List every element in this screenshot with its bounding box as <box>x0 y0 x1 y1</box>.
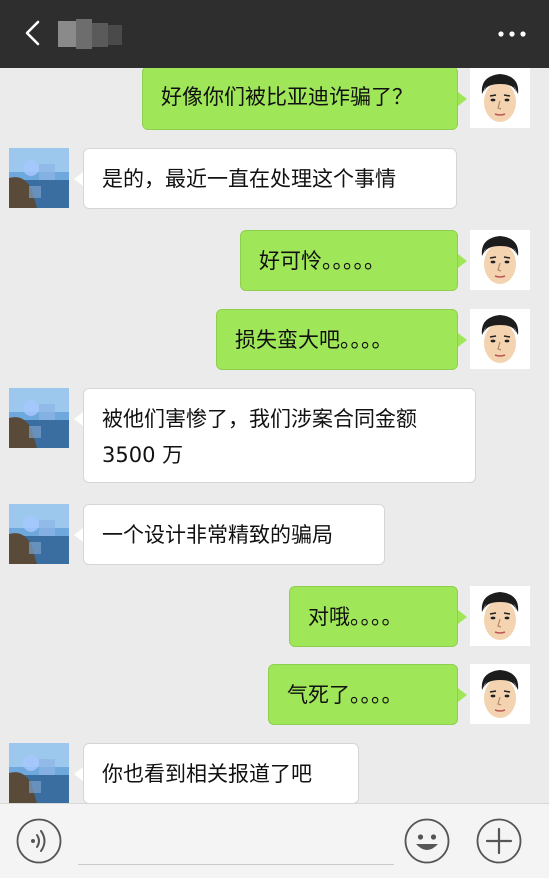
bubble-tail <box>74 412 83 426</box>
my-avatar[interactable] <box>470 664 530 724</box>
contact-avatar[interactable] <box>9 148 69 208</box>
bubble-tail <box>74 172 83 186</box>
my-avatar[interactable] <box>470 309 530 369</box>
message-text: 一个设计非常精致的骗局 <box>102 523 333 547</box>
message-text: 好可怜。。。。。 <box>259 249 385 273</box>
message-text: 是的，最近一直在处理这个事情 <box>102 167 396 191</box>
message-text: 你也看到相关报道了吧 <box>102 762 312 786</box>
message-bubble-incoming[interactable]: 被他们害惨了，我们涉案合同金额 3500 万 <box>83 388 476 483</box>
contact-avatar[interactable] <box>9 388 69 448</box>
bubble-tail <box>458 610 467 624</box>
message-bubble-incoming[interactable]: 一个设计非常精致的骗局 <box>83 504 385 565</box>
input-bar <box>0 803 549 878</box>
bubble-tail <box>74 767 83 781</box>
message-bubble-incoming[interactable]: 是的，最近一直在处理这个事情 <box>83 148 457 209</box>
chat-message-list[interactable]: 好像你们被比亚迪诈骗了？ 是的，最近一直在处理这个事情 好可怜。。。。。 损失蛮… <box>0 68 549 803</box>
message-bubble-outgoing[interactable]: 损失蛮大吧。。。。 <box>216 309 458 370</box>
my-avatar[interactable] <box>470 68 530 128</box>
bubble-tail <box>458 254 467 268</box>
message-text: 气死了。。。。 <box>287 683 403 707</box>
bubble-tail <box>458 333 467 347</box>
emoji-icon[interactable] <box>404 818 450 864</box>
message-input[interactable] <box>78 818 394 865</box>
message-bubble-incoming[interactable]: 你也看到相关报道了吧 <box>83 743 359 803</box>
back-chevron-icon[interactable] <box>20 20 46 46</box>
message-bubble-outgoing[interactable]: 好像你们被比亚迪诈骗了？ <box>142 68 458 130</box>
contact-name-blurred <box>58 17 122 51</box>
message-bubble-outgoing[interactable]: 对哦。。。。 <box>289 586 458 647</box>
top-bar <box>0 0 549 68</box>
message-text-line2: 3500 万 <box>102 443 184 467</box>
my-avatar[interactable] <box>470 586 530 646</box>
message-text: 对哦。。。。 <box>308 605 403 629</box>
my-avatar[interactable] <box>470 230 530 290</box>
message-bubble-outgoing[interactable]: 好可怜。。。。。 <box>240 230 458 291</box>
contact-avatar[interactable] <box>9 504 69 564</box>
bubble-tail <box>74 528 83 542</box>
bubble-tail <box>458 92 467 106</box>
message-text: 被他们害惨了，我们涉案合同金额 <box>102 407 417 431</box>
contact-avatar[interactable] <box>9 743 69 803</box>
voice-icon[interactable] <box>16 818 62 864</box>
bubble-tail <box>458 688 467 702</box>
more-dots-icon[interactable] <box>497 26 527 40</box>
plus-icon[interactable] <box>476 818 522 864</box>
message-text: 损失蛮大吧。。。。 <box>235 328 393 352</box>
message-bubble-outgoing[interactable]: 气死了。。。。 <box>268 664 458 725</box>
message-text: 好像你们被比亚迪诈骗了？ <box>161 85 413 109</box>
